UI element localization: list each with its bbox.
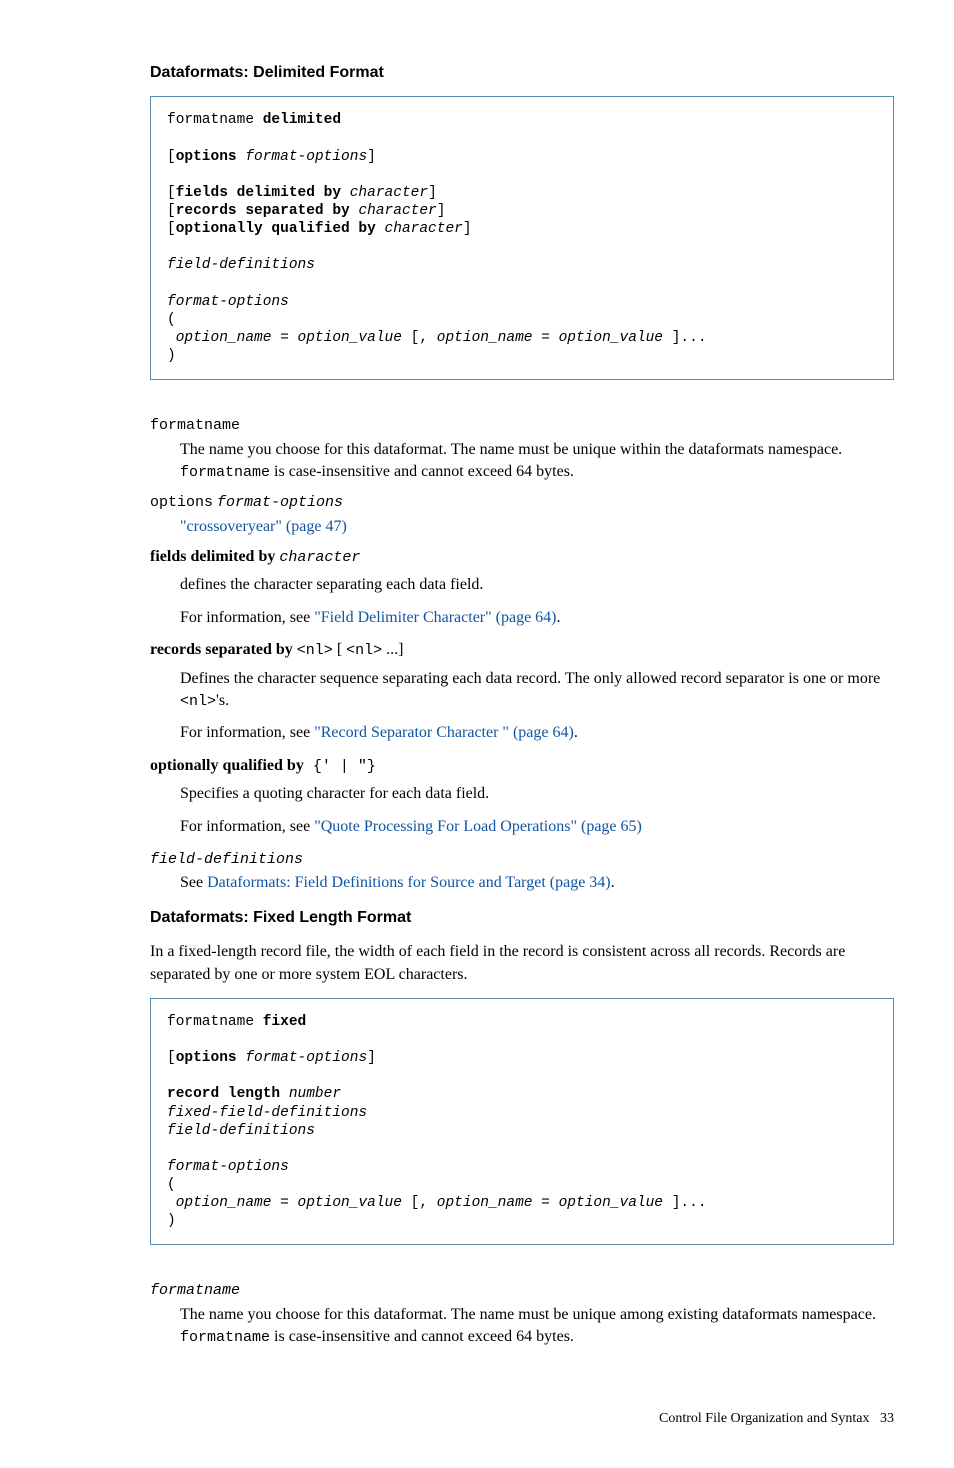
definition-list-fixed: formatname The name you choose for this … (150, 1279, 894, 1348)
desc-formatname-p1: The name you choose for this dataformat.… (180, 441, 842, 458)
term-fields-bold: fields delimited by (150, 548, 275, 565)
term-records-c1: <nl> (297, 642, 333, 659)
desc-fields-prefix: For information, see (180, 609, 314, 626)
desc-fields-text: defines the character separating each da… (180, 574, 894, 596)
desc-fd-prefix: See (180, 874, 207, 891)
link-field-definitions[interactable]: Dataformats: Field Definitions for Sourc… (207, 874, 611, 891)
term-records-bold: records separated by (150, 641, 293, 658)
term-formatname-2: formatname (150, 1279, 894, 1301)
desc-formatname-2: The name you choose for this dataformat.… (180, 1304, 894, 1349)
desc-records-period: . (574, 724, 578, 741)
desc-opt-text: Specifies a quoting character for each d… (180, 783, 894, 805)
section-heading-fixed: Dataformats: Fixed Length Format (150, 907, 894, 929)
term-records: records separated by <nl> [ <nl> ...] (150, 639, 894, 661)
desc-opt-prefix: For information, see (180, 818, 314, 835)
term-fields-it: character (279, 549, 360, 566)
desc-fields-info: For information, see "Field Delimiter Ch… (180, 607, 894, 629)
desc-formatname-2-code: formatname (180, 1329, 270, 1346)
desc-options: "crossoveryear" (page 47) (180, 516, 894, 538)
desc-formatname-2-p1: The name you choose for this dataformat.… (180, 1306, 876, 1323)
desc-records-prefix: For information, see (180, 724, 314, 741)
link-quote-processing[interactable]: "Quote Processing For Load Operations" (… (314, 818, 642, 835)
link-crossoveryear[interactable]: "crossoveryear" (page 47) (180, 518, 347, 535)
code-block-delimited: formatname delimited [options format-opt… (150, 96, 894, 380)
term-optionally: optionally qualified by {' | "} (150, 755, 894, 777)
desc-formatname-2-p2: is case-insensitive and cannot exceed 64… (270, 1328, 574, 1345)
desc-formatname-p2: is case-insensitive and cannot exceed 64… (270, 463, 574, 480)
fixed-intro: In a fixed-length record file, the width… (150, 941, 894, 986)
desc-records-info: For information, see "Record Separator C… (180, 722, 894, 744)
desc-fields-period: . (557, 609, 561, 626)
section-heading-delimited: Dataformats: Delimited Format (150, 62, 894, 84)
term-records-mid: [ (333, 641, 346, 658)
desc-records-text: Defines the character sequence separatin… (180, 668, 894, 713)
term-records-tail: ...] (382, 641, 403, 658)
desc-records-code: <nl> (180, 693, 216, 710)
term-fd-text: field-definitions (150, 851, 303, 868)
term-opt-bold: optionally qualified by (150, 757, 304, 774)
desc-opt-info: For information, see "Quote Processing F… (180, 816, 894, 838)
desc-optionally: Specifies a quoting character for each d… (180, 783, 894, 838)
desc-records: Defines the character sequence separatin… (180, 668, 894, 745)
desc-records-p2: 's. (216, 692, 229, 709)
link-field-delimiter[interactable]: "Field Delimiter Character" (page 64) (314, 609, 556, 626)
term-opt-code: {' | "} (304, 758, 376, 775)
term-options-it: format-options (217, 494, 343, 511)
term-formatname: formatname (150, 414, 894, 436)
desc-field-definitions: See Dataformats: Field Definitions for S… (180, 872, 894, 894)
term-formatname-text: formatname (150, 417, 240, 434)
desc-fd-period: . (611, 874, 615, 891)
desc-formatname-code: formatname (180, 464, 270, 481)
footer-page-number: 33 (880, 1411, 894, 1426)
desc-records-p1: Defines the character sequence separatin… (180, 670, 880, 687)
term-formatname-2-text: formatname (150, 1282, 240, 1299)
link-record-separator[interactable]: "Record Separator Character " (page 64) (314, 724, 574, 741)
code-block-fixed: formatname fixed [options format-options… (150, 998, 894, 1246)
term-options-kw: options (150, 494, 213, 511)
desc-formatname: The name you choose for this dataformat.… (180, 439, 894, 484)
footer-text: Control File Organization and Syntax (659, 1411, 870, 1426)
term-records-c2: <nl> (346, 642, 382, 659)
term-fields: fields delimited by character (150, 546, 894, 568)
page-footer: Control File Organization and Syntax 33 (150, 1409, 894, 1429)
term-options: options format-options (150, 491, 894, 513)
definition-list-delimited: formatname The name you choose for this … (150, 414, 894, 895)
desc-fields: defines the character separating each da… (180, 574, 894, 629)
term-field-definitions: field-definitions (150, 848, 894, 870)
